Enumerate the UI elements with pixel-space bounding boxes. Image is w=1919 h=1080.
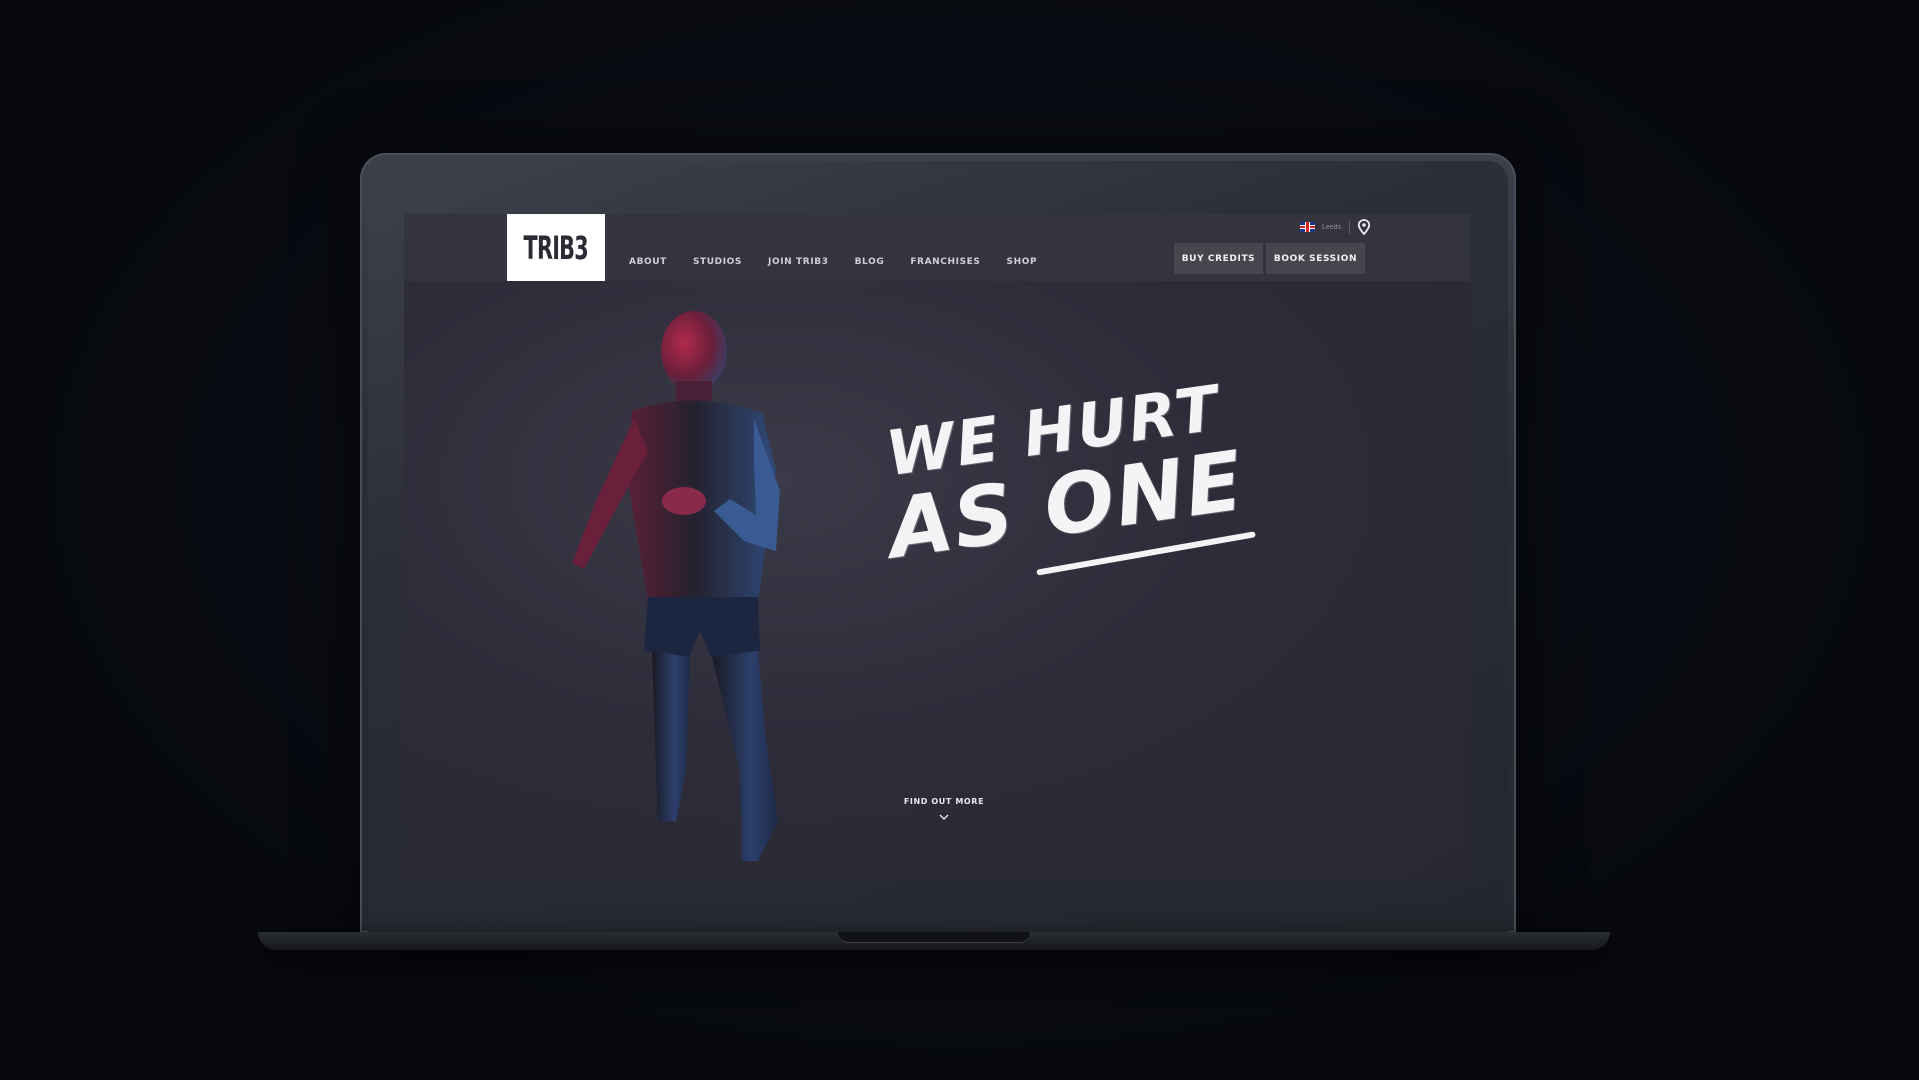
- athlete-image: [572, 311, 780, 861]
- find-out-more-link[interactable]: FIND OUT MORE: [894, 797, 994, 820]
- site-logo[interactable]: TRIB3: [507, 214, 605, 281]
- find-out-more-label: FIND OUT MORE: [903, 797, 985, 806]
- hero-section: WE HURT AS ONE FIND OUT MORE: [404, 281, 1470, 880]
- uk-flag-icon: [1300, 222, 1315, 232]
- nav-item-blog[interactable]: BLOG: [855, 257, 885, 267]
- mockup-stage: TRIB3 ABOUT STUDIOS JOIN TRIB3 BLOG FRAN…: [0, 0, 1919, 1080]
- logo-text: TRIB3: [523, 228, 589, 267]
- laptop-notch: [838, 932, 1030, 943]
- locale-selector[interactable]: Leeds: [1300, 219, 1371, 235]
- nav-item-shop[interactable]: SHOP: [1007, 257, 1038, 267]
- locale-label: Leeds: [1322, 223, 1342, 231]
- main-nav: ABOUT STUDIOS JOIN TRIB3 BLOG FRANCHISES…: [629, 257, 1063, 267]
- chevron-down-icon: [939, 814, 949, 820]
- nav-item-franchises[interactable]: FRANCHISES: [910, 257, 980, 267]
- hero-headline: WE HURT AS ONE: [874, 365, 1306, 678]
- locale-divider: [1349, 220, 1351, 234]
- website-screen: TRIB3 ABOUT STUDIOS JOIN TRIB3 BLOG FRAN…: [404, 214, 1470, 880]
- buy-credits-button[interactable]: BUY CREDITS: [1174, 243, 1263, 274]
- site-header: TRIB3 ABOUT STUDIOS JOIN TRIB3 BLOG FRAN…: [404, 214, 1470, 281]
- nav-item-join-trib3[interactable]: JOIN TRIB3: [768, 257, 829, 267]
- nav-item-about[interactable]: ABOUT: [629, 257, 667, 267]
- book-session-button[interactable]: BOOK SESSION: [1266, 243, 1365, 274]
- nav-item-studios[interactable]: STUDIOS: [693, 257, 742, 267]
- map-pin-icon[interactable]: [1357, 219, 1371, 235]
